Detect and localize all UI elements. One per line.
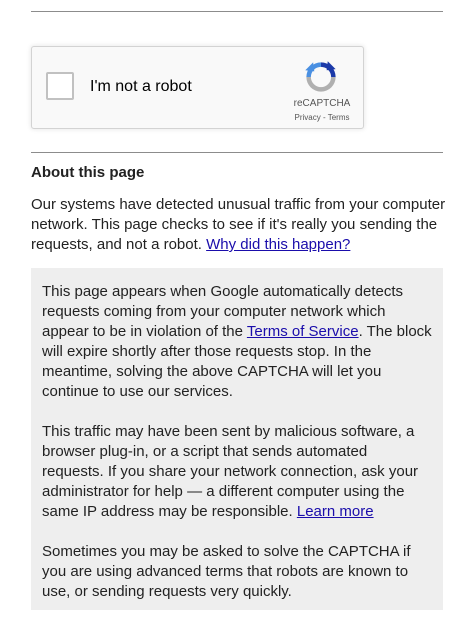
learn-more-link[interactable]: Learn more	[297, 503, 374, 520]
recaptcha-links: Privacy - Terms	[272, 113, 372, 122]
links-separator: -	[320, 113, 328, 122]
why-did-this-happen-link[interactable]: Why did this happen?	[206, 236, 350, 253]
info-paragraph-3: Sometimes you may be asked to solve the …	[42, 543, 411, 600]
info-paragraph-2: This traffic may have been sent by malic…	[42, 422, 433, 522]
top-divider	[31, 11, 443, 12]
middle-divider	[31, 152, 443, 153]
captcha-checkbox-label[interactable]: I'm not a robot	[90, 79, 192, 95]
recaptcha-logo-icon	[305, 61, 336, 92]
captcha-checkbox[interactable]	[46, 72, 74, 100]
about-heading: About this page	[31, 164, 145, 181]
info-panel: This page appears when Google automatica…	[31, 268, 443, 610]
terms-link[interactable]: Terms	[328, 113, 350, 122]
privacy-link[interactable]: Privacy	[295, 113, 321, 122]
about-description: Our systems have detected unusual traffi…	[31, 195, 446, 255]
recaptcha-brand-label: reCAPTCHA	[293, 98, 351, 109]
terms-of-service-link[interactable]: Terms of Service	[247, 323, 359, 340]
info-paragraph-1: This page appears when Google automatica…	[42, 282, 433, 402]
recaptcha-widget: I'm not a robot reCAPTCHA Privacy - Term…	[31, 46, 364, 129]
